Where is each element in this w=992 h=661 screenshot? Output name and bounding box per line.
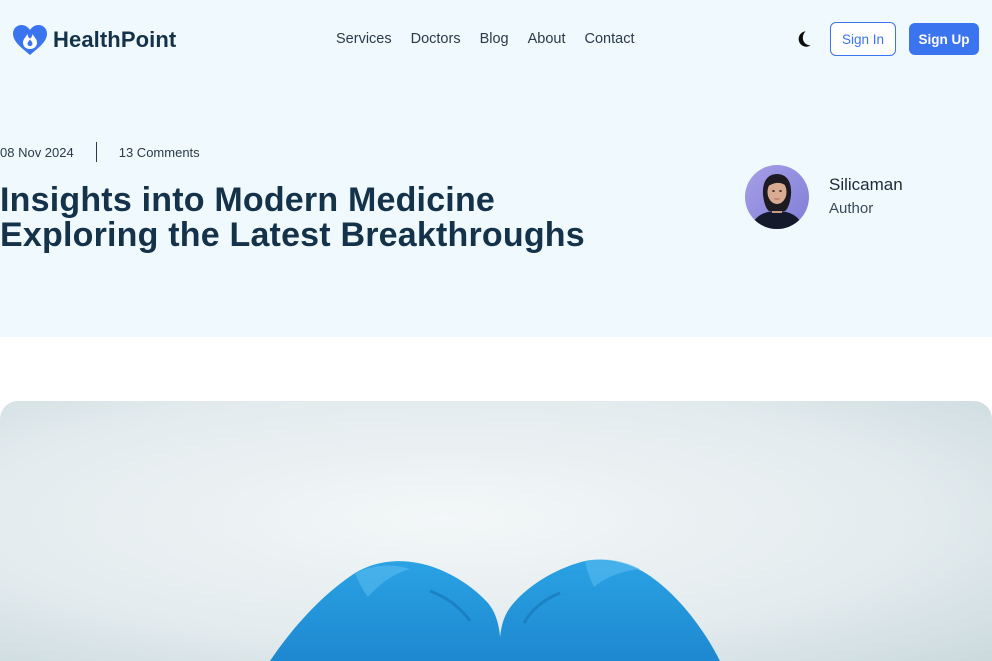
- main-nav: Services Doctors Blog About Contact: [336, 31, 635, 47]
- author-avatar[interactable]: [745, 165, 809, 229]
- hero-section: HealthPoint Services Doctors Blog About …: [0, 0, 992, 337]
- article-title: Insights into Modern Medicine Exploring …: [0, 183, 660, 253]
- article-title-line-2: Exploring the Latest Breakthroughs: [0, 216, 585, 254]
- meta-divider: [95, 142, 97, 162]
- brand-name: HealthPoint: [53, 27, 177, 52]
- theme-toggle-button[interactable]: [795, 29, 815, 49]
- author-role: Author: [829, 200, 874, 217]
- brand-logo[interactable]: HealthPoint: [12, 24, 176, 56]
- author-name[interactable]: Silicaman: [829, 175, 903, 195]
- article-comments-count[interactable]: 13 Comments: [119, 145, 200, 160]
- nav-item-doctors[interactable]: Doctors: [411, 31, 461, 47]
- article-title-line-1: Insights into Modern Medicine: [0, 181, 496, 219]
- nav-item-about[interactable]: About: [528, 31, 566, 47]
- article-meta: 08 Nov 2024 13 Comments: [0, 142, 200, 162]
- sign-in-button[interactable]: Sign In: [830, 22, 896, 56]
- author-portrait-image: [745, 165, 809, 229]
- moon-icon: [798, 31, 811, 47]
- heart-logo-icon: [13, 25, 47, 55]
- gloved-hands-heart-image: [0, 401, 992, 661]
- nav-item-services[interactable]: Services: [336, 31, 392, 47]
- nav-item-contact[interactable]: Contact: [585, 31, 635, 47]
- sign-up-button[interactable]: Sign Up: [909, 23, 979, 55]
- article-date: 08 Nov 2024: [0, 144, 74, 160]
- nav-item-blog[interactable]: Blog: [480, 31, 509, 47]
